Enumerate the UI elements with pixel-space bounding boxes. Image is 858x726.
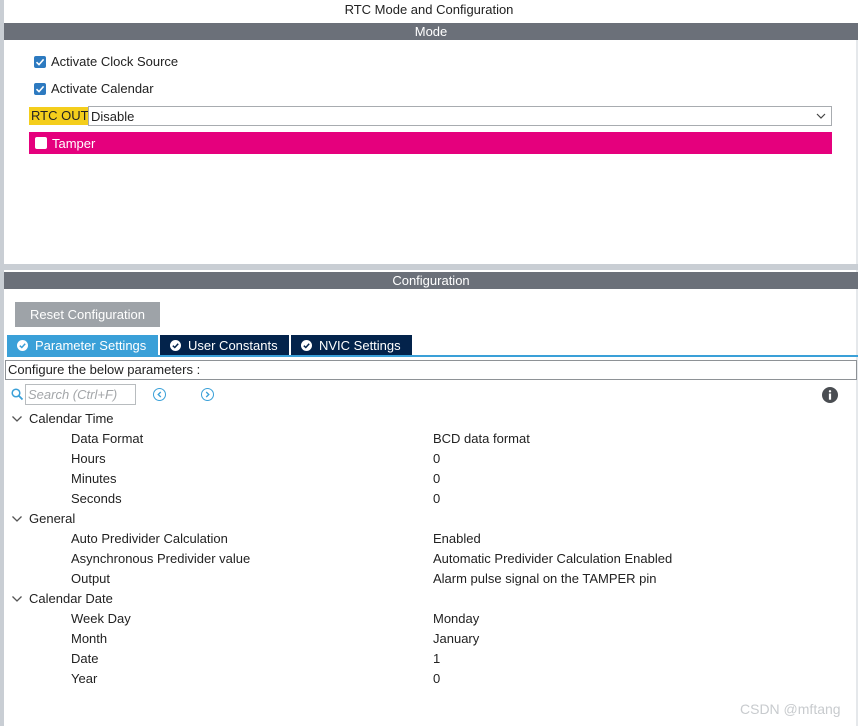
param-week-day-value[interactable]: Monday — [433, 609, 479, 629]
group-label: General — [29, 511, 76, 526]
check-icon — [35, 85, 45, 93]
section-separator — [4, 264, 858, 270]
tab-nvic-settings[interactable]: NVIC Settings — [291, 335, 412, 356]
check-icon — [35, 58, 45, 66]
window-title: RTC Mode and Configuration — [344, 2, 514, 17]
activate-calendar-label: Activate Calendar — [51, 81, 154, 96]
param-auto-predivider-label: Auto Predivider Calculation — [71, 531, 228, 546]
param-year-label: Year — [71, 671, 98, 686]
left-frame — [0, 0, 4, 726]
activate-clock-source-label: Activate Clock Source — [51, 54, 179, 69]
param-auto-predivider-value[interactable]: Enabled — [433, 529, 481, 549]
activate-clock-source-checkbox[interactable] — [34, 56, 46, 68]
configure-parameters-text: Configure the below parameters : — [5, 360, 857, 380]
group-general[interactable]: General — [10, 509, 75, 529]
check-circle-icon — [170, 340, 181, 351]
tamper-label: Tamper — [52, 135, 96, 151]
tab-label: Parameter Settings — [35, 338, 147, 353]
param-data-format-label: Data Format — [71, 431, 144, 446]
tab-user-constants[interactable]: User Constants — [160, 335, 289, 356]
param-seconds-label: Seconds — [71, 491, 122, 506]
chevron-right-icon — [205, 391, 210, 398]
rtc-out-label: RTC OUT — [29, 107, 91, 125]
rtc-out-select[interactable]: Disable — [88, 106, 832, 126]
param-year-value[interactable]: 0 — [433, 669, 440, 689]
search-icon — [11, 388, 24, 401]
param-week-day-label: Week Day — [71, 611, 131, 626]
param-data-format-value[interactable]: BCD data format — [433, 429, 530, 449]
chevron-down-icon — [12, 416, 22, 422]
param-minutes-label: Minutes — [71, 471, 117, 486]
check-circle-icon — [301, 340, 312, 351]
tab-label: User Constants — [188, 338, 278, 353]
param-seconds-value[interactable]: 0 — [433, 489, 440, 509]
param-date-label: Date — [71, 651, 99, 666]
param-month-label: Month — [71, 631, 108, 646]
tab-parameter-settings[interactable]: Parameter Settings — [7, 335, 158, 356]
param-output-label: Output — [71, 571, 111, 586]
param-date-value[interactable]: 1 — [433, 649, 440, 669]
activate-clock-source-row[interactable]: Activate Clock Source — [34, 53, 178, 71]
rtc-config-window: RTC Mode and Configuration Mode Activate… — [0, 0, 858, 726]
search-next-button[interactable] — [201, 388, 214, 401]
param-hours-label: Hours — [71, 451, 106, 466]
tab-underline — [7, 355, 858, 357]
tab-label: NVIC Settings — [319, 338, 401, 353]
param-output-value[interactable]: Alarm pulse signal on the TAMPER pin — [433, 569, 657, 589]
rtc-out-value: Disable — [91, 108, 135, 124]
mode-header: Mode — [4, 23, 858, 40]
chevron-down-icon — [12, 516, 22, 522]
chevron-left-icon — [157, 391, 162, 398]
tab-bar: Parameter Settings User Constants NVIC S… — [7, 335, 414, 356]
param-hours-value[interactable]: 0 — [433, 449, 440, 469]
chevron-down-icon — [816, 113, 826, 119]
watermark-text: CSDN @mftang — [740, 701, 841, 717]
search-previous-button[interactable] — [153, 388, 166, 401]
tamper-row[interactable]: Tamper — [29, 132, 832, 154]
group-calendar-date[interactable]: Calendar Date — [10, 589, 113, 609]
activate-calendar-checkbox[interactable] — [34, 83, 46, 95]
group-label: Calendar Date — [29, 591, 113, 606]
param-minutes-value[interactable]: 0 — [433, 469, 440, 489]
activate-calendar-row[interactable]: Activate Calendar — [34, 80, 154, 98]
group-calendar-time[interactable]: Calendar Time — [10, 409, 114, 429]
search-input[interactable] — [25, 384, 136, 405]
param-async-predivider-value[interactable]: Automatic Predivider Calculation Enabled — [433, 549, 672, 569]
param-async-predivider-label: Asynchronous Predivider value — [71, 551, 251, 566]
reset-configuration-button[interactable]: Reset Configuration — [15, 302, 160, 327]
chevron-down-icon — [12, 596, 22, 602]
tamper-checkbox[interactable] — [35, 137, 47, 149]
check-circle-icon — [17, 340, 28, 351]
param-month-value[interactable]: January — [433, 629, 479, 649]
info-icon[interactable] — [822, 387, 838, 403]
configuration-header: Configuration — [4, 272, 858, 289]
group-label: Calendar Time — [29, 411, 114, 426]
